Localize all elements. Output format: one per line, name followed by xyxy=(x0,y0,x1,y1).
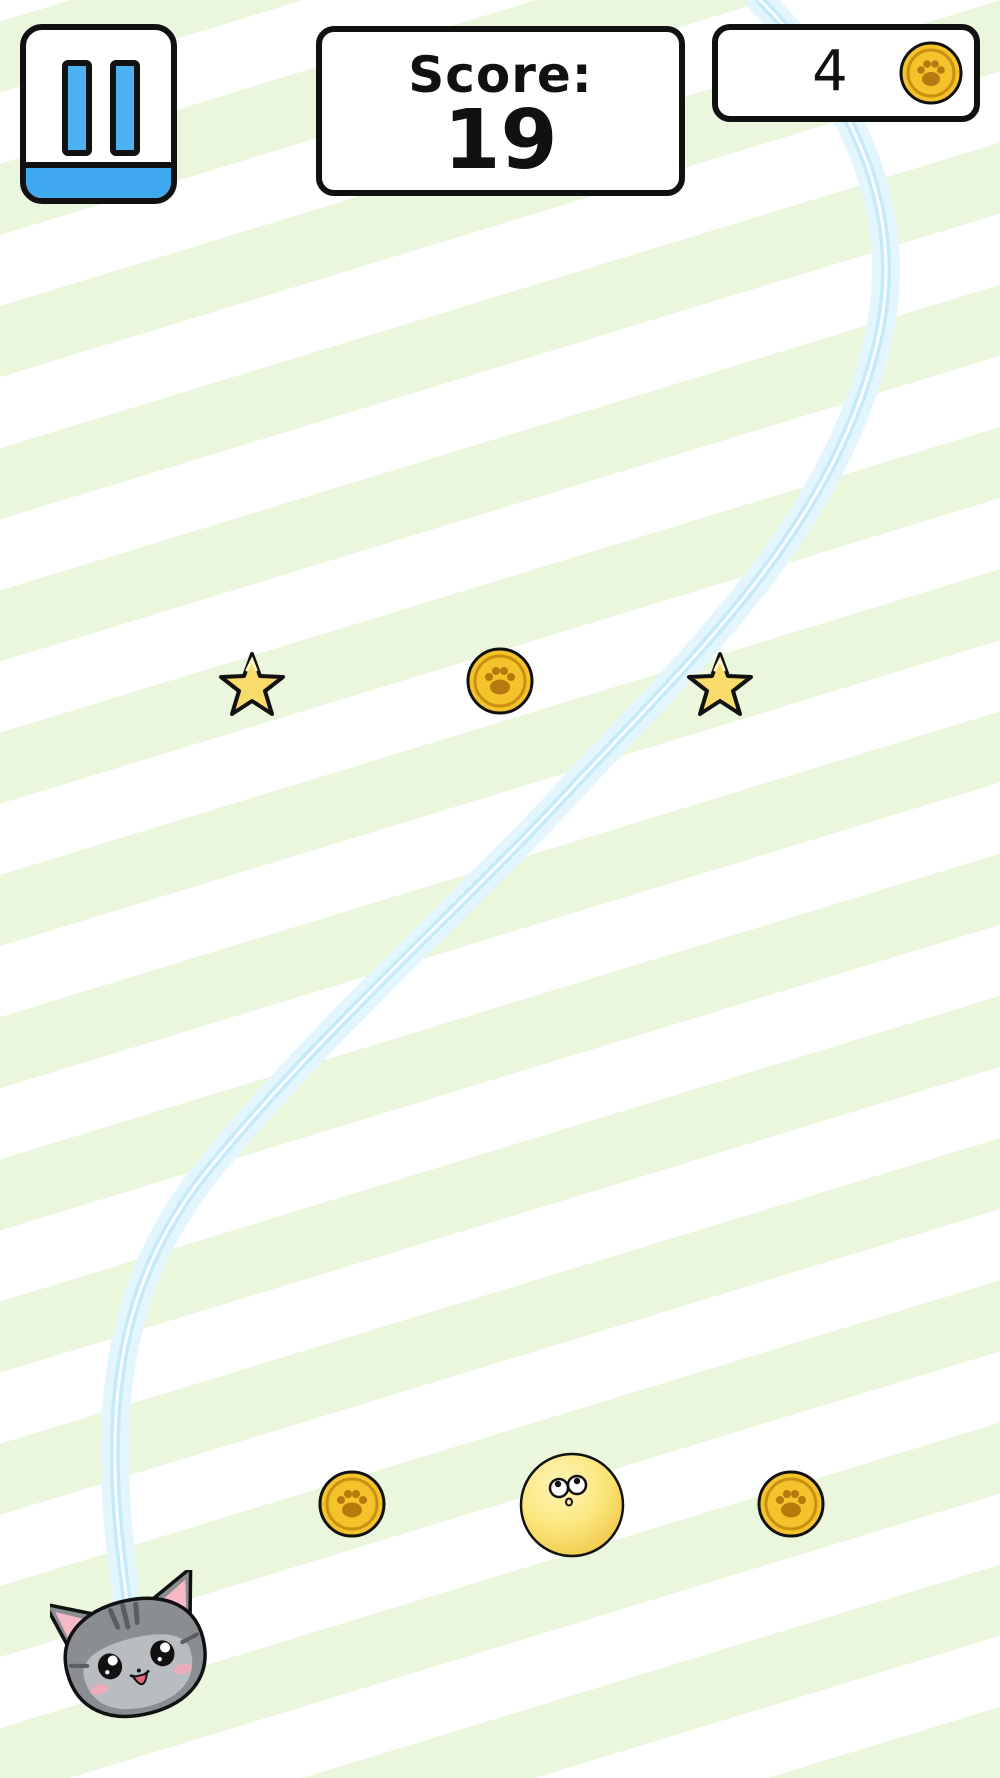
pause-button[interactable] xyxy=(20,24,177,204)
star-icon[interactable] xyxy=(685,650,755,720)
paw-coin-icon xyxy=(899,41,963,105)
paw-coin-icon[interactable] xyxy=(465,646,535,716)
yellow-ball-face-icon[interactable] xyxy=(517,1450,627,1560)
pause-bar-right xyxy=(110,60,140,156)
paw-coin-icon[interactable] xyxy=(317,1469,387,1539)
star-icon[interactable] xyxy=(217,650,287,720)
aim-trajectory xyxy=(100,0,900,1634)
score-panel: Score: 19 xyxy=(316,26,685,196)
score-value: 19 xyxy=(443,93,558,188)
game-scene[interactable]: Score: 19 4 xyxy=(0,0,1000,1778)
coin-counter: 4 xyxy=(712,24,980,122)
paw-coin-icon[interactable] xyxy=(756,1469,826,1539)
coin-count: 4 xyxy=(812,39,848,104)
trajectory-line xyxy=(109,0,891,1625)
cat-head-icon[interactable] xyxy=(50,1570,220,1730)
trajectory-core xyxy=(113,0,888,1622)
pause-button-base xyxy=(26,162,171,198)
pause-bar-left xyxy=(62,60,92,156)
trajectory-glow xyxy=(100,0,900,1634)
